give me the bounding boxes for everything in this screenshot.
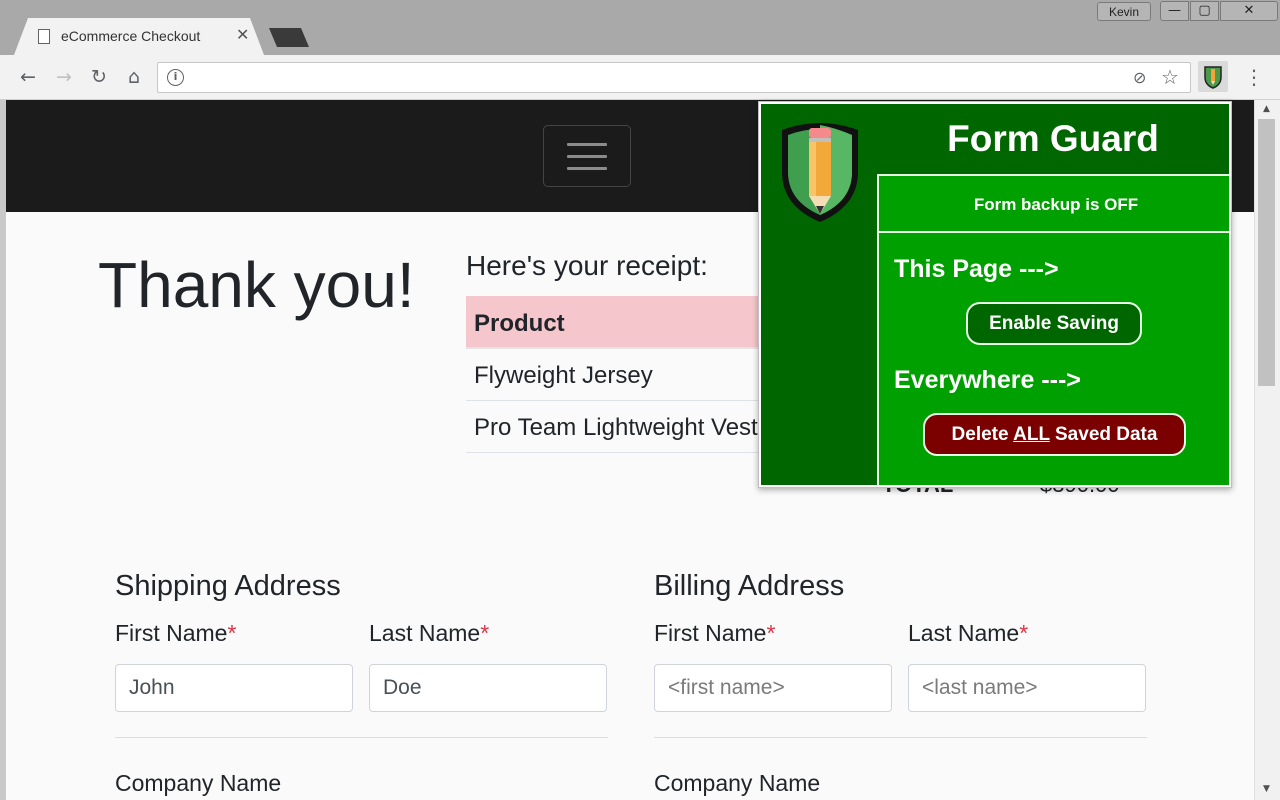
scroll-down-icon[interactable]: ▼ bbox=[1263, 784, 1270, 794]
minimize-button[interactable]: — bbox=[1160, 1, 1189, 21]
form-guard-extension-button[interactable] bbox=[1198, 61, 1228, 92]
close-window-button[interactable]: ✕ bbox=[1220, 1, 1278, 21]
form-guard-controls: Form backup is OFF This Page ---> Enable… bbox=[877, 174, 1229, 485]
form-guard-panel: Form Guard Form backup is OFF This Page … bbox=[761, 104, 1229, 485]
tab-title: eCommerce Checkout bbox=[61, 28, 201, 44]
address-bar[interactable]: i ⊘ ☆ bbox=[157, 62, 1191, 93]
shipping-last-name-label: Last Name* bbox=[369, 620, 490, 646]
divider bbox=[115, 737, 608, 738]
receipt-title: Here's your receipt: bbox=[466, 250, 708, 281]
profile-button[interactable]: Kevin bbox=[1097, 2, 1151, 21]
tab-ecommerce-checkout[interactable]: eCommerce Checkout ✕ bbox=[14, 18, 264, 55]
shipping-company-label: Company Name bbox=[115, 770, 282, 796]
tab-close-icon[interactable]: ✕ bbox=[236, 25, 249, 44]
billing-last-name-label: Last Name* bbox=[908, 620, 1029, 646]
shipping-first-name-label: First Name* bbox=[115, 620, 237, 646]
maximize-button[interactable]: ▢ bbox=[1190, 1, 1219, 21]
delete-all-saved-data-button[interactable]: Delete ALL Saved Data bbox=[923, 413, 1186, 456]
extension-title: Form Guard bbox=[947, 118, 1159, 159]
title-bar: eCommerce Checkout ✕ Kevin — ▢ ✕ bbox=[0, 0, 1280, 55]
shipping-last-name-input[interactable] bbox=[369, 664, 607, 712]
blocked-content-icon[interactable]: ⊘ bbox=[1133, 68, 1146, 87]
site-info-icon[interactable]: i bbox=[167, 69, 184, 86]
everywhere-heading: Everywhere ---> bbox=[894, 366, 1081, 394]
shipping-address-title: Shipping Address bbox=[115, 570, 341, 602]
billing-company-label: Company Name bbox=[654, 770, 821, 796]
window-controls: — ▢ ✕ bbox=[1160, 0, 1280, 22]
this-page-heading: This Page ---> bbox=[894, 255, 1059, 283]
home-icon[interactable]: ⌂ bbox=[122, 65, 146, 89]
bookmark-star-icon[interactable]: ☆ bbox=[1161, 65, 1179, 89]
browser-toolbar: ← → ↻ ⌂ i ⊘ ☆ ⋮ bbox=[0, 55, 1280, 100]
extension-popup: Form Guard Form backup is OFF This Page … bbox=[758, 101, 1232, 488]
hamburger-menu-icon[interactable] bbox=[543, 125, 631, 187]
reload-icon[interactable]: ↻ bbox=[87, 65, 111, 89]
forward-arrow-icon[interactable]: → bbox=[52, 65, 76, 89]
billing-first-name-input[interactable] bbox=[654, 664, 892, 712]
shield-icon bbox=[1204, 66, 1222, 89]
enable-saving-button[interactable]: Enable Saving bbox=[966, 302, 1142, 345]
new-tab-button[interactable] bbox=[269, 28, 309, 47]
browser-menu-icon[interactable]: ⋮ bbox=[1244, 65, 1264, 89]
backup-status: Form backup is OFF bbox=[879, 176, 1229, 233]
page-scrollbar[interactable]: ▲ ▼ bbox=[1254, 100, 1280, 800]
document-icon bbox=[38, 29, 50, 44]
form-guard-logo-icon bbox=[782, 123, 858, 222]
scroll-up-icon[interactable]: ▲ bbox=[1263, 104, 1270, 114]
scrollbar-thumb[interactable] bbox=[1258, 119, 1275, 386]
billing-first-name-label: First Name* bbox=[654, 620, 776, 646]
page-title: Thank you! bbox=[98, 249, 415, 321]
shipping-first-name-input[interactable] bbox=[115, 664, 353, 712]
back-arrow-icon[interactable]: ← bbox=[16, 65, 40, 89]
divider bbox=[654, 737, 1147, 738]
billing-last-name-input[interactable] bbox=[908, 664, 1146, 712]
billing-address-title: Billing Address bbox=[654, 570, 845, 602]
